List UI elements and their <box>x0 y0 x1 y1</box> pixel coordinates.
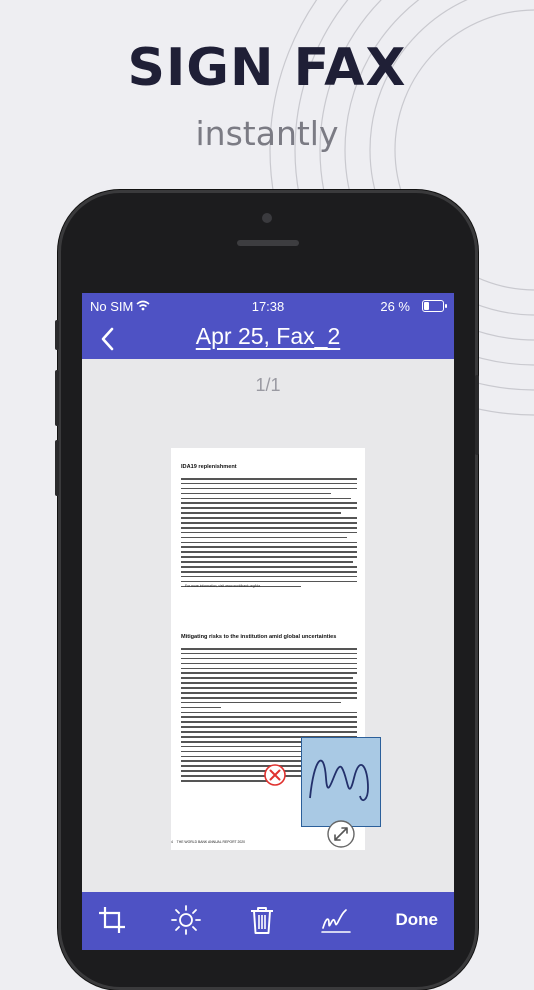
phone-side-button <box>55 320 59 350</box>
done-button[interactable]: Done <box>396 910 439 930</box>
status-bar: No SIM 17:38 26 % <box>82 293 454 319</box>
battery-percent: 26 % <box>380 299 410 314</box>
resize-signature-icon[interactable] <box>327 820 355 848</box>
doc-footer: 4 THE WORLD BANK ANNUAL REPORT 2020 <box>171 840 245 844</box>
doc-page-number: 4 <box>171 840 173 844</box>
brightness-icon[interactable] <box>170 904 202 936</box>
document-title[interactable]: Apr 25, Fax_2 <box>82 323 454 350</box>
page-counter: 1/1 <box>255 375 281 395</box>
signature-icon[interactable] <box>320 904 352 936</box>
doc-heading-1: IDA19 replenishment <box>181 464 237 470</box>
signature-scribble <box>309 759 369 802</box>
headline: SIGN FAX <box>127 38 407 98</box>
nav-bar: Apr 25, Fax_2 <box>82 319 454 359</box>
subheadline: instantly <box>195 114 339 153</box>
earpiece-speaker <box>237 240 299 246</box>
doc-heading-2: Mitigating risks to the institution amid… <box>181 634 337 640</box>
trash-icon[interactable] <box>246 904 278 936</box>
phone-volume-down <box>55 440 59 496</box>
phone-power-button <box>475 375 479 455</box>
battery-icon <box>422 300 447 312</box>
doc-note: For more information, visit www.worldban… <box>185 584 261 588</box>
signature-box[interactable] <box>301 737 381 827</box>
crop-icon[interactable] <box>96 904 128 936</box>
front-camera <box>262 213 272 223</box>
battery-level-fill <box>424 302 429 310</box>
doc-paragraph-1 <box>181 478 357 590</box>
app-screen: No SIM 17:38 26 % Apr 25, Fax_2 1/1 IDA1… <box>82 293 454 950</box>
delete-signature-icon[interactable] <box>264 764 286 786</box>
phone-volume-up <box>55 370 59 426</box>
bottom-toolbar: Done <box>82 892 454 950</box>
doc-footer-text: THE WORLD BANK ANNUAL REPORT 2020 <box>176 840 246 844</box>
